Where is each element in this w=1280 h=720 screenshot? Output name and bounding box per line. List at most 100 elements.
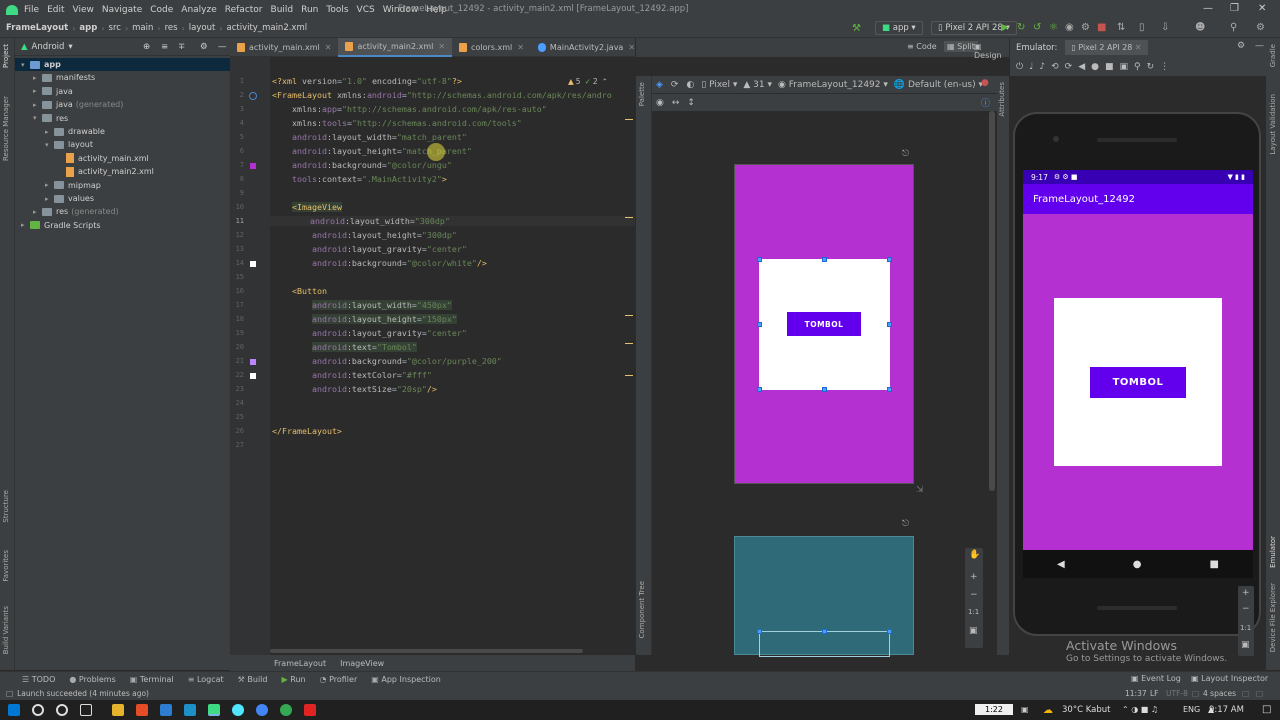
color-swatch-icon[interactable] [250, 359, 256, 365]
restore-icon[interactable]: ❐ [1230, 3, 1239, 14]
android-studio-taskbar-icon[interactable] [208, 704, 220, 716]
night-mode-icon[interactable]: ◐ [686, 80, 694, 90]
project-tree-item[interactable]: ▾ res [15, 112, 230, 125]
project-tree-item[interactable]: ▸ Gradle Scripts [15, 219, 230, 232]
menu-item-file[interactable]: File [24, 5, 39, 15]
rotate-right-icon[interactable]: ⟳ [1065, 62, 1073, 72]
chevron-down-icon[interactable]: ▾ [21, 61, 30, 69]
line-separator[interactable]: LF [1150, 689, 1159, 698]
photos-icon[interactable] [184, 704, 196, 716]
color-swatch-icon[interactable] [250, 373, 256, 379]
menu-item-tools[interactable]: Tools [326, 5, 348, 15]
close-tab-icon[interactable]: ✕ [325, 43, 332, 52]
xml-crumb-imageview[interactable]: ImageView [340, 659, 384, 668]
apply-changes-icon[interactable]: ↻ [1017, 22, 1025, 33]
menu-item-build[interactable]: Build [271, 5, 294, 15]
avd-manager-icon[interactable]: ▯ [1139, 22, 1145, 33]
structure-tool-label[interactable]: Structure [2, 490, 10, 523]
project-tree-item[interactable]: activity_main.xml [15, 152, 230, 165]
breadcrumb-item[interactable]: layout [189, 23, 216, 33]
event-log-button[interactable]: ▣ Event Log [1131, 674, 1181, 683]
collapse-all-icon[interactable]: ≡ [161, 42, 168, 52]
office-icon[interactable] [136, 704, 148, 716]
breadcrumb-item[interactable]: res [165, 23, 178, 33]
hammer-icon[interactable]: ⚒ [852, 23, 861, 34]
project-tree-item[interactable]: ▾ layout [15, 138, 230, 151]
view-mode-code[interactable]: ≡ Code [907, 42, 937, 51]
profile-icon[interactable]: ◉ [1065, 22, 1074, 33]
emulator-zoom-out-icon[interactable]: − [1242, 604, 1250, 614]
task-view-icon[interactable] [80, 704, 92, 716]
close-icon[interactable]: ✕ [1258, 3, 1266, 14]
theme-select[interactable]: ◉ FrameLayout_12492 ▾ [778, 80, 888, 90]
resize-handle[interactable] [757, 257, 762, 262]
error-icon[interactable]: ● [981, 78, 989, 88]
layout-inspector-button[interactable]: ▣ Layout Inspector [1191, 674, 1268, 683]
debug-icon[interactable]: ⚛ [1049, 22, 1058, 33]
device-select-design[interactable]: ▯ Pixel ▾ [701, 80, 737, 90]
menu-item-run[interactable]: Run [301, 5, 318, 15]
attach-debugger-icon[interactable]: ⚙ [1081, 22, 1090, 33]
breadcrumb-item[interactable]: src [109, 23, 121, 33]
pin-icon[interactable]: ⎋ [902, 519, 909, 529]
attributes-tool-label[interactable]: Attributes [998, 82, 1006, 117]
show-desktop-icon[interactable]: ▣ [1021, 705, 1029, 714]
warning-stripe[interactable] [625, 119, 633, 120]
project-tree-item[interactable]: ▸ mipmap [15, 179, 230, 192]
chevron-right-icon[interactable]: ▸ [45, 195, 54, 203]
emulator-device-tab[interactable]: ▯ Pixel 2 API 28 ✕ [1065, 40, 1148, 55]
editor-tab[interactable]: colors.xml ✕ [452, 38, 531, 57]
phone-screen[interactable]: 9:17 ⚙ ⚙ ■ ▼ ▮ ▮ FrameLayout_12492 TOMBO… [1023, 170, 1253, 578]
component-tree-tool-label[interactable]: Component Tree [638, 581, 646, 638]
tool-window-button[interactable]: ▶ Run [281, 675, 305, 684]
snapshot-icon[interactable]: ↻ [1147, 62, 1155, 72]
sync-gradle-icon[interactable]: ⇅ [1117, 22, 1125, 33]
cortana-icon[interactable] [56, 704, 68, 716]
horizontal-scrollbar[interactable] [270, 649, 583, 653]
chevron-right-icon[interactable]: ▸ [33, 74, 42, 82]
vertical-scrollbar[interactable] [989, 111, 995, 491]
menu-item-code[interactable]: Code [150, 5, 173, 15]
power-icon[interactable]: ⏻ [1016, 62, 1023, 72]
info-icon[interactable]: ⓘ [981, 96, 990, 109]
menu-item-vcs[interactable]: VCS [357, 5, 375, 15]
pin-icon[interactable]: ⎋ [902, 149, 909, 159]
panel-settings-icon[interactable]: ⚙ [200, 42, 208, 52]
editor-tab[interactable]: MainActivity2.java ✕ [531, 38, 642, 57]
stop-icon[interactable]: ■ [1097, 22, 1106, 33]
file-explorer-icon[interactable] [112, 704, 124, 716]
tool-window-button[interactable]: ☰ TODO [22, 675, 55, 684]
project-tree-item[interactable]: ▸ values [15, 192, 230, 205]
hand-pan-icon[interactable]: ✋ [969, 550, 980, 560]
emulator-actual-size[interactable]: 1:1 [1240, 624, 1251, 632]
chrome-profile-icon[interactable] [280, 704, 292, 716]
sdk-manager-icon[interactable]: ⇩ [1161, 22, 1169, 33]
inspection-widget[interactable]: ▲ 5 ✓ 2 ⌃ [568, 77, 608, 86]
blueprint-screen[interactable] [734, 536, 914, 657]
notification-icon[interactable]: □ [1262, 704, 1271, 715]
gradle-tool-label[interactable]: Gradle [1269, 44, 1277, 67]
project-tree-item[interactable]: ▾ app [15, 58, 230, 71]
resize-handle[interactable] [822, 387, 827, 392]
close-tab-icon[interactable]: ✕ [438, 42, 445, 51]
breadcrumb-item[interactable]: activity_main2.xml [227, 23, 308, 33]
editor-tab[interactable]: activity_main2.xml ✕ [338, 37, 453, 57]
nav-recents-icon[interactable]: ■ [1210, 559, 1219, 570]
zoom-out-icon[interactable]: − [970, 590, 978, 600]
hide-panel-icon[interactable]: — [218, 42, 227, 52]
color-swatch-icon[interactable] [250, 261, 256, 267]
screenshot-icon[interactable]: ▣ [1120, 62, 1129, 72]
chevron-down-icon[interactable]: ▾ [45, 141, 54, 149]
chevron-right-icon[interactable]: ▸ [33, 208, 42, 216]
screen-recorder-icon[interactable] [304, 704, 316, 716]
tool-window-button[interactable]: ⚒ Build [238, 675, 268, 684]
outlook-icon[interactable] [160, 704, 172, 716]
tray-icons[interactable]: ⌃ ◑ ■ ♫ [1122, 705, 1158, 714]
chevron-right-icon[interactable]: ▸ [33, 87, 42, 95]
run-config-select[interactable]: ■ app ▾ [875, 21, 923, 35]
home-icon[interactable]: ● [1091, 62, 1099, 72]
menu-item-analyze[interactable]: Analyze [181, 5, 216, 15]
chevron-down-icon[interactable]: ▾ [33, 114, 42, 122]
menu-item-refactor[interactable]: Refactor [225, 5, 263, 15]
rotate-left-icon[interactable]: ⟲ [1051, 62, 1059, 72]
